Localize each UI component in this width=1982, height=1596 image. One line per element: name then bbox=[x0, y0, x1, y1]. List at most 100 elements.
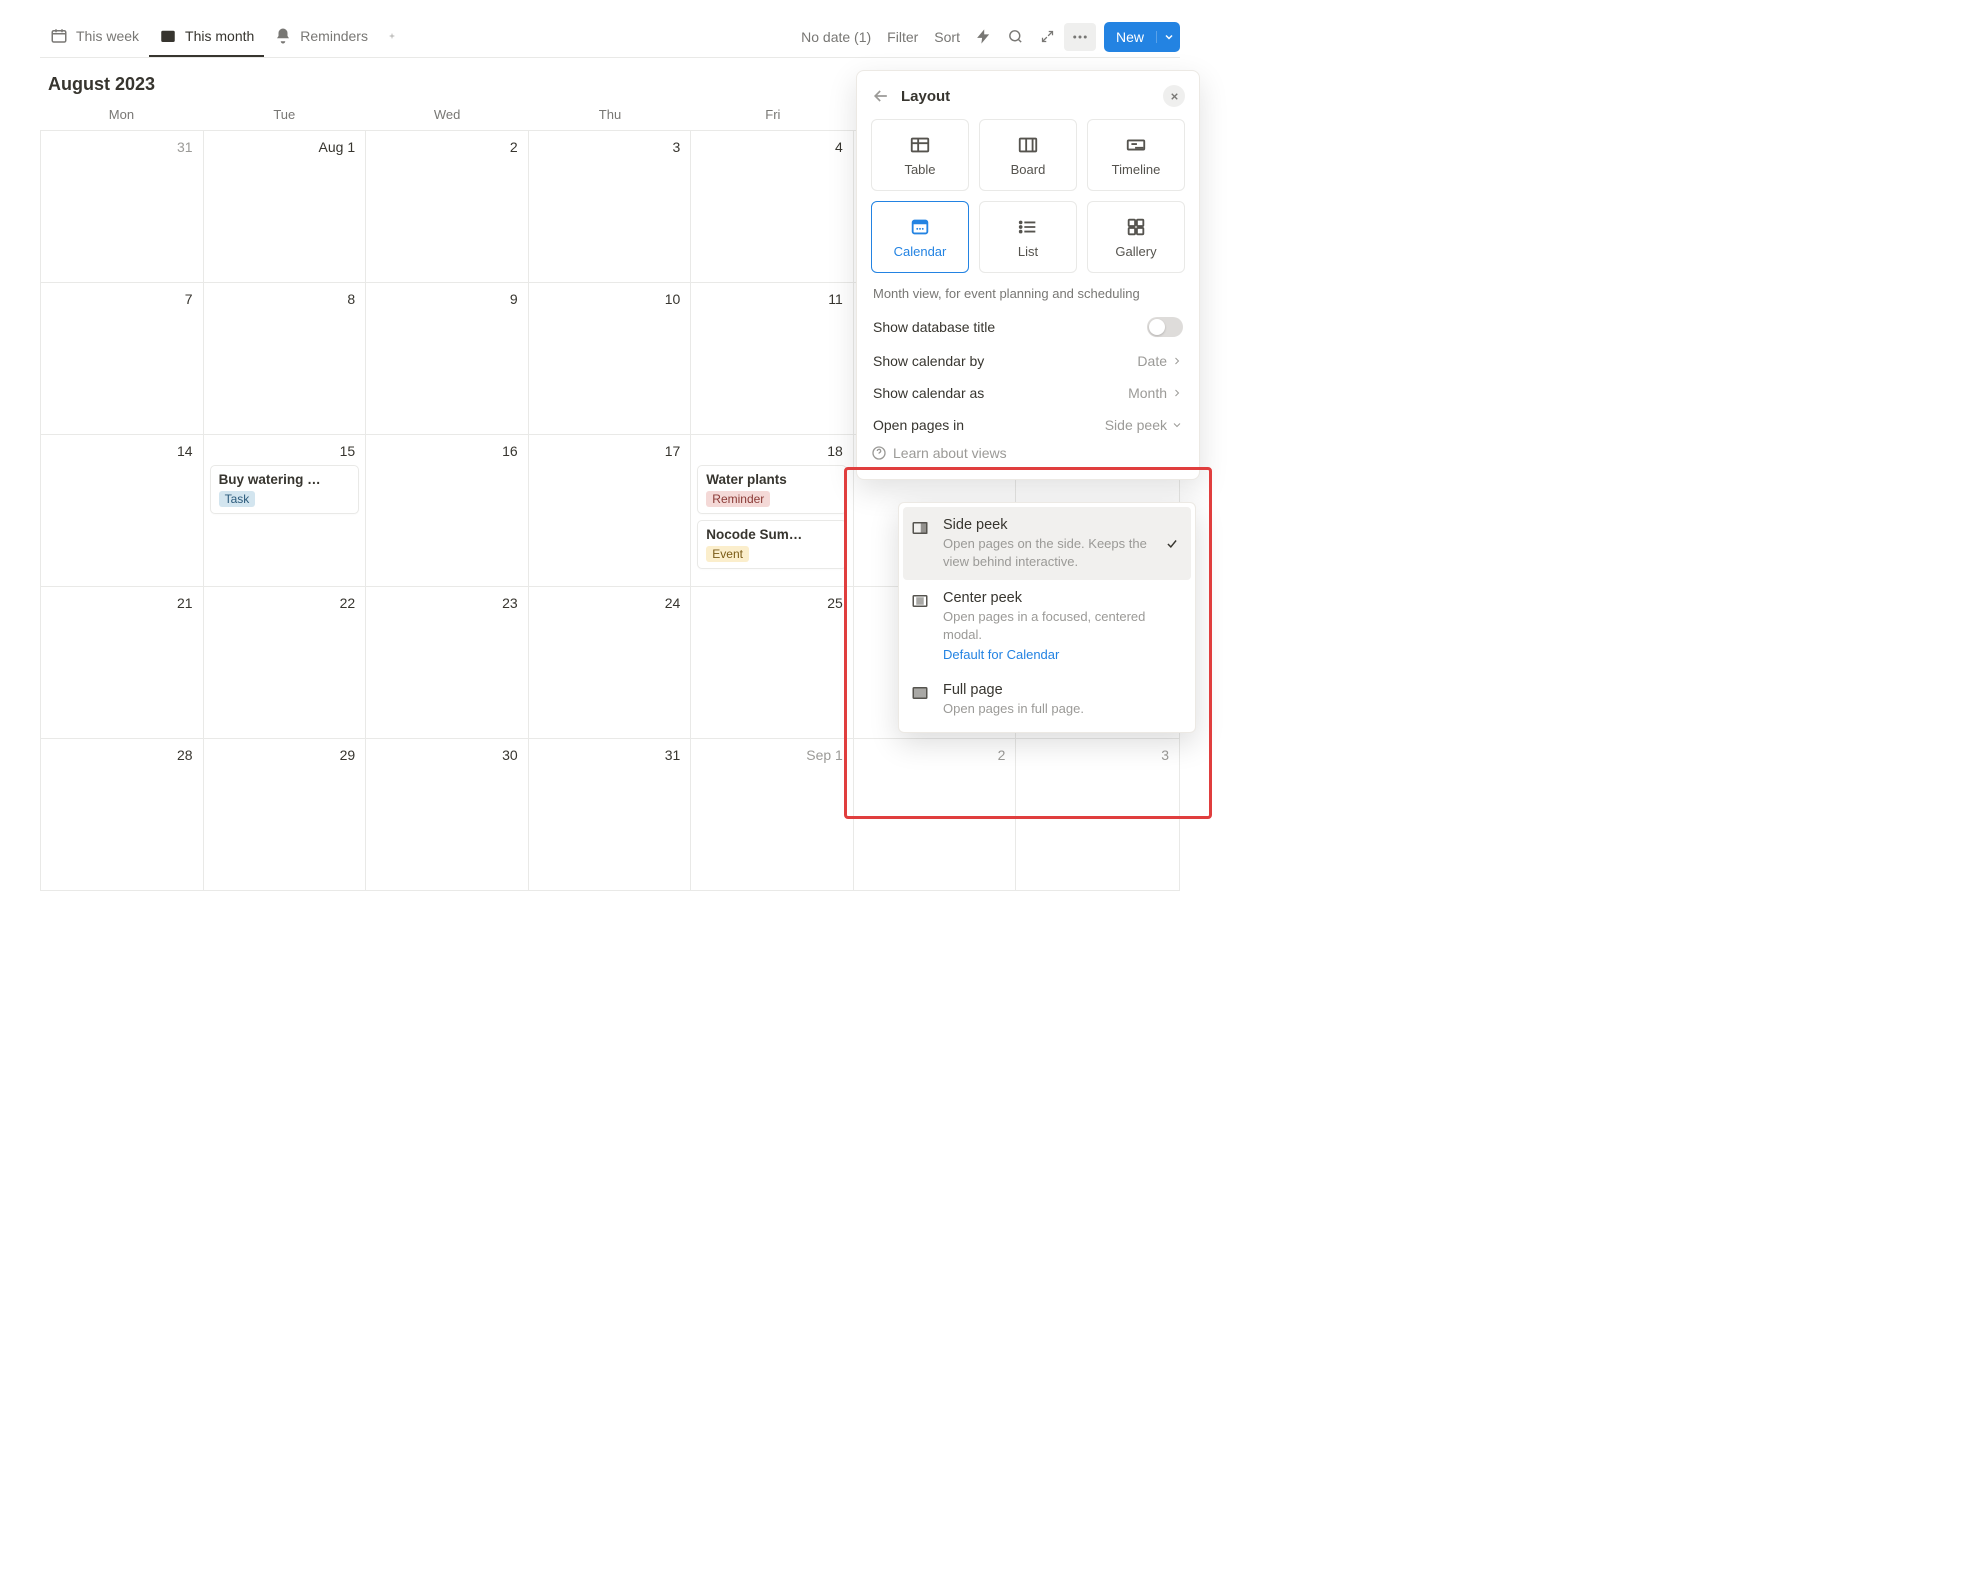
gallery-icon bbox=[1125, 216, 1147, 238]
row-show-db-title[interactable]: Show database title bbox=[871, 309, 1185, 345]
weekday-label: Fri bbox=[691, 107, 854, 122]
learn-about-views-link[interactable]: Learn about views bbox=[871, 441, 1185, 461]
calendar-cell[interactable]: 23 bbox=[366, 587, 529, 739]
calendar-cell[interactable]: 28 bbox=[41, 739, 204, 891]
layout-option-table[interactable]: Table bbox=[871, 119, 969, 191]
layout-option-timeline[interactable]: Timeline bbox=[1087, 119, 1185, 191]
timeline-icon bbox=[1125, 134, 1147, 156]
no-date-button[interactable]: No date (1) bbox=[793, 23, 879, 51]
day-number: 21 bbox=[47, 593, 197, 617]
day-number: 3 bbox=[535, 137, 685, 161]
calendar-cell[interactable]: 11 bbox=[691, 283, 854, 435]
row-label: Open pages in bbox=[873, 417, 964, 433]
event-tag: Task bbox=[219, 491, 256, 507]
layout-option-calendar[interactable]: Calendar bbox=[871, 201, 969, 273]
expand-button[interactable] bbox=[1032, 23, 1064, 51]
toggle-off[interactable] bbox=[1147, 317, 1183, 337]
filter-button[interactable]: Filter bbox=[879, 23, 926, 51]
add-view-button[interactable] bbox=[378, 16, 406, 57]
tab-this-month[interactable]: This month bbox=[149, 16, 264, 57]
calendar-cell[interactable]: 31 bbox=[529, 739, 692, 891]
calendar-cell[interactable]: 18Water plantsReminderNocode Sum…Event bbox=[691, 435, 854, 587]
row-show-calendar-by[interactable]: Show calendar by Date bbox=[871, 345, 1185, 377]
search-button[interactable] bbox=[1000, 23, 1032, 51]
option-description: Open pages in a focused, centered modal. bbox=[943, 608, 1181, 643]
row-label: Show calendar as bbox=[873, 385, 984, 401]
calendar-cell[interactable]: Aug 1 bbox=[204, 131, 367, 283]
calendar-cell[interactable]: 8 bbox=[204, 283, 367, 435]
day-number: 30 bbox=[372, 745, 522, 769]
calendar-icon bbox=[909, 216, 931, 238]
calendar-cell[interactable]: 4 bbox=[691, 131, 854, 283]
calendar-cell[interactable]: 15Buy watering …Task bbox=[204, 435, 367, 587]
close-button[interactable] bbox=[1163, 85, 1185, 107]
row-open-pages-in[interactable]: Open pages in Side peek bbox=[871, 409, 1185, 441]
layout-option-list[interactable]: List bbox=[979, 201, 1077, 273]
dots-icon bbox=[1071, 28, 1089, 46]
day-number: 31 bbox=[47, 137, 197, 161]
day-number: 29 bbox=[210, 745, 360, 769]
dropdown-option-side-peek[interactable]: Side peek Open pages on the side. Keeps … bbox=[903, 507, 1191, 580]
layout-option-board[interactable]: Board bbox=[979, 119, 1077, 191]
layout-option-label: Calendar bbox=[894, 244, 947, 259]
day-number: 22 bbox=[210, 593, 360, 617]
dropdown-option-center-peek[interactable]: Center peek Open pages in a focused, cen… bbox=[903, 580, 1191, 672]
layout-option-label: Board bbox=[1011, 162, 1046, 177]
calendar-cell[interactable]: 3 bbox=[1016, 739, 1179, 891]
day-number: 10 bbox=[535, 289, 685, 313]
row-show-calendar-as[interactable]: Show calendar as Month bbox=[871, 377, 1185, 409]
table-icon bbox=[909, 134, 931, 156]
tab-this-week[interactable]: This week bbox=[40, 16, 149, 57]
calendar-cell[interactable]: 10 bbox=[529, 283, 692, 435]
calendar-cell[interactable]: 24 bbox=[529, 587, 692, 739]
day-number: 23 bbox=[372, 593, 522, 617]
event-card[interactable]: Buy watering …Task bbox=[210, 465, 360, 514]
day-number: 3 bbox=[1022, 745, 1173, 769]
option-description: Open pages in full page. bbox=[943, 700, 1181, 718]
day-number: Sep 1 bbox=[697, 745, 847, 769]
calendar-cell[interactable]: 21 bbox=[41, 587, 204, 739]
link-label: Learn about views bbox=[893, 445, 1007, 461]
event-card[interactable]: Water plantsReminder bbox=[697, 465, 847, 514]
side-peek-icon bbox=[911, 519, 929, 537]
layout-option-label: Gallery bbox=[1115, 244, 1156, 259]
calendar-cell[interactable]: Sep 1 bbox=[691, 739, 854, 891]
calendar-cell[interactable]: 7 bbox=[41, 283, 204, 435]
calendar-cell[interactable]: 3 bbox=[529, 131, 692, 283]
sort-button[interactable]: Sort bbox=[926, 23, 968, 51]
calendar-cell[interactable]: 2 bbox=[366, 131, 529, 283]
day-number: 16 bbox=[372, 441, 522, 465]
event-tag: Event bbox=[706, 546, 749, 562]
calendar-cell[interactable]: 30 bbox=[366, 739, 529, 891]
calendar-cell[interactable]: 16 bbox=[366, 435, 529, 587]
day-number: Aug 1 bbox=[210, 137, 360, 161]
close-icon bbox=[1169, 91, 1180, 102]
option-description: Open pages on the side. Keeps the view b… bbox=[943, 535, 1153, 570]
open-pages-dropdown: Side peek Open pages on the side. Keeps … bbox=[898, 502, 1196, 733]
calendar-cell[interactable]: 22 bbox=[204, 587, 367, 739]
calendar-cell[interactable]: 9 bbox=[366, 283, 529, 435]
new-button-dropdown[interactable] bbox=[1156, 31, 1180, 43]
bell-icon bbox=[274, 27, 292, 45]
day-number: 14 bbox=[47, 441, 197, 465]
calendar-cell[interactable]: 31 bbox=[41, 131, 204, 283]
tab-label: This week bbox=[76, 28, 139, 44]
calendar-cell[interactable]: 29 bbox=[204, 739, 367, 891]
day-number: 11 bbox=[697, 289, 847, 313]
calendar-cell[interactable]: 17 bbox=[529, 435, 692, 587]
row-value: Side peek bbox=[1105, 417, 1167, 433]
search-icon bbox=[1007, 28, 1024, 45]
layout-option-gallery[interactable]: Gallery bbox=[1087, 201, 1185, 273]
more-options-button[interactable] bbox=[1064, 23, 1096, 51]
calendar-cell[interactable]: 2 bbox=[854, 739, 1017, 891]
automations-button[interactable] bbox=[968, 23, 1000, 51]
calendar-cell[interactable]: 25 bbox=[691, 587, 854, 739]
dropdown-option-full-page[interactable]: Full page Open pages in full page. bbox=[903, 672, 1191, 728]
new-button[interactable]: New bbox=[1104, 22, 1180, 52]
tab-reminders[interactable]: Reminders bbox=[264, 16, 378, 57]
back-button[interactable] bbox=[871, 86, 891, 106]
weekday-label: Thu bbox=[529, 107, 692, 122]
option-default-badge: Default for Calendar bbox=[943, 647, 1181, 662]
calendar-cell[interactable]: 14 bbox=[41, 435, 204, 587]
event-card[interactable]: Nocode Sum…Event bbox=[697, 520, 847, 569]
